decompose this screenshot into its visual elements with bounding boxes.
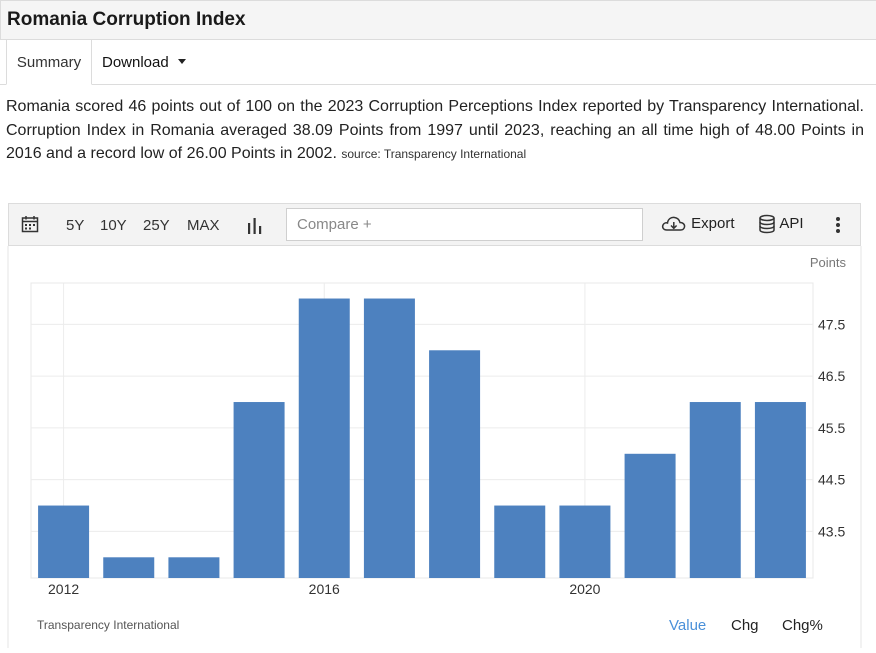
chart-area: Points 43.5 44.5 45.5 46.5 47.5 2012 2016 2020	[0, 246, 876, 648]
compare-input[interactable]: Compare +	[286, 208, 643, 241]
export-button[interactable]: Export	[661, 214, 735, 234]
tab-summary[interactable]: Summary	[6, 40, 92, 85]
bar-2021[interactable]	[624, 453, 676, 578]
y-tick-label: 45.5	[818, 420, 845, 436]
bar-2014[interactable]	[168, 557, 220, 578]
tab-download-label: Download	[102, 54, 169, 71]
bar-2023[interactable]	[754, 402, 806, 578]
description: Romania scored 46 points out of 100 on t…	[6, 95, 864, 167]
y-tick-label: 46.5	[818, 368, 845, 384]
mode-chg-button[interactable]: Chg	[731, 617, 759, 634]
bar-2019[interactable]	[494, 505, 546, 578]
api-label: API	[779, 214, 804, 232]
bar-chart-icon[interactable]	[247, 216, 263, 239]
caret-down-icon	[177, 58, 186, 64]
bar-2013[interactable]	[103, 557, 155, 578]
x-tick-label: 2016	[309, 581, 340, 597]
calendar-icon[interactable]	[21, 215, 39, 238]
chart-toolbar: 5Y 10Y 25Y MAX Compare + Export API	[8, 203, 861, 246]
api-button[interactable]: API	[758, 214, 804, 234]
export-label: Export	[691, 214, 735, 232]
bar-2022[interactable]	[689, 402, 741, 578]
y-tick-label: 44.5	[818, 472, 845, 488]
page-title: Romania Corruption Index	[7, 9, 246, 30]
bar-2015[interactable]	[233, 402, 285, 578]
tab-bar: Summary Download	[0, 40, 876, 85]
x-tick-label: 2012	[48, 581, 79, 597]
cloud-download-icon	[661, 215, 691, 232]
tab-download[interactable]: Download	[102, 40, 186, 85]
range-25y[interactable]: 25Y	[143, 217, 170, 234]
range-5y[interactable]: 5Y	[66, 217, 84, 234]
mode-chg-percent-button[interactable]: Chg%	[782, 617, 823, 634]
y-tick-label: 47.5	[818, 316, 845, 332]
database-icon	[758, 214, 779, 234]
y-axis-unit-label: Points	[810, 255, 847, 270]
bar-2017[interactable]	[363, 298, 415, 578]
bar-2012[interactable]	[38, 505, 90, 578]
y-tick-label: 43.5	[818, 523, 845, 539]
bar-chart: Points 43.5 44.5 45.5 46.5 47.5 2012 2016 2020	[7, 246, 862, 648]
footer-source: Transparency International	[37, 618, 180, 632]
more-vertical-icon[interactable]	[835, 216, 841, 239]
x-tick-layer: 2012 2016 2020	[48, 581, 601, 597]
bar-2016[interactable]	[298, 298, 350, 578]
range-10y[interactable]: 10Y	[100, 217, 127, 234]
y-tick-layer: 43.5 44.5 45.5 46.5 47.5	[818, 316, 845, 539]
bar-2020[interactable]	[559, 505, 611, 578]
bar-2018[interactable]	[429, 350, 481, 578]
description-source: source: Transparency International	[341, 147, 527, 161]
mode-value-button[interactable]: Value	[669, 617, 706, 634]
bar-layer	[38, 298, 806, 578]
x-tick-label: 2020	[569, 581, 600, 597]
title-bar: Romania Corruption Index	[0, 0, 876, 40]
range-max[interactable]: MAX	[187, 217, 220, 234]
